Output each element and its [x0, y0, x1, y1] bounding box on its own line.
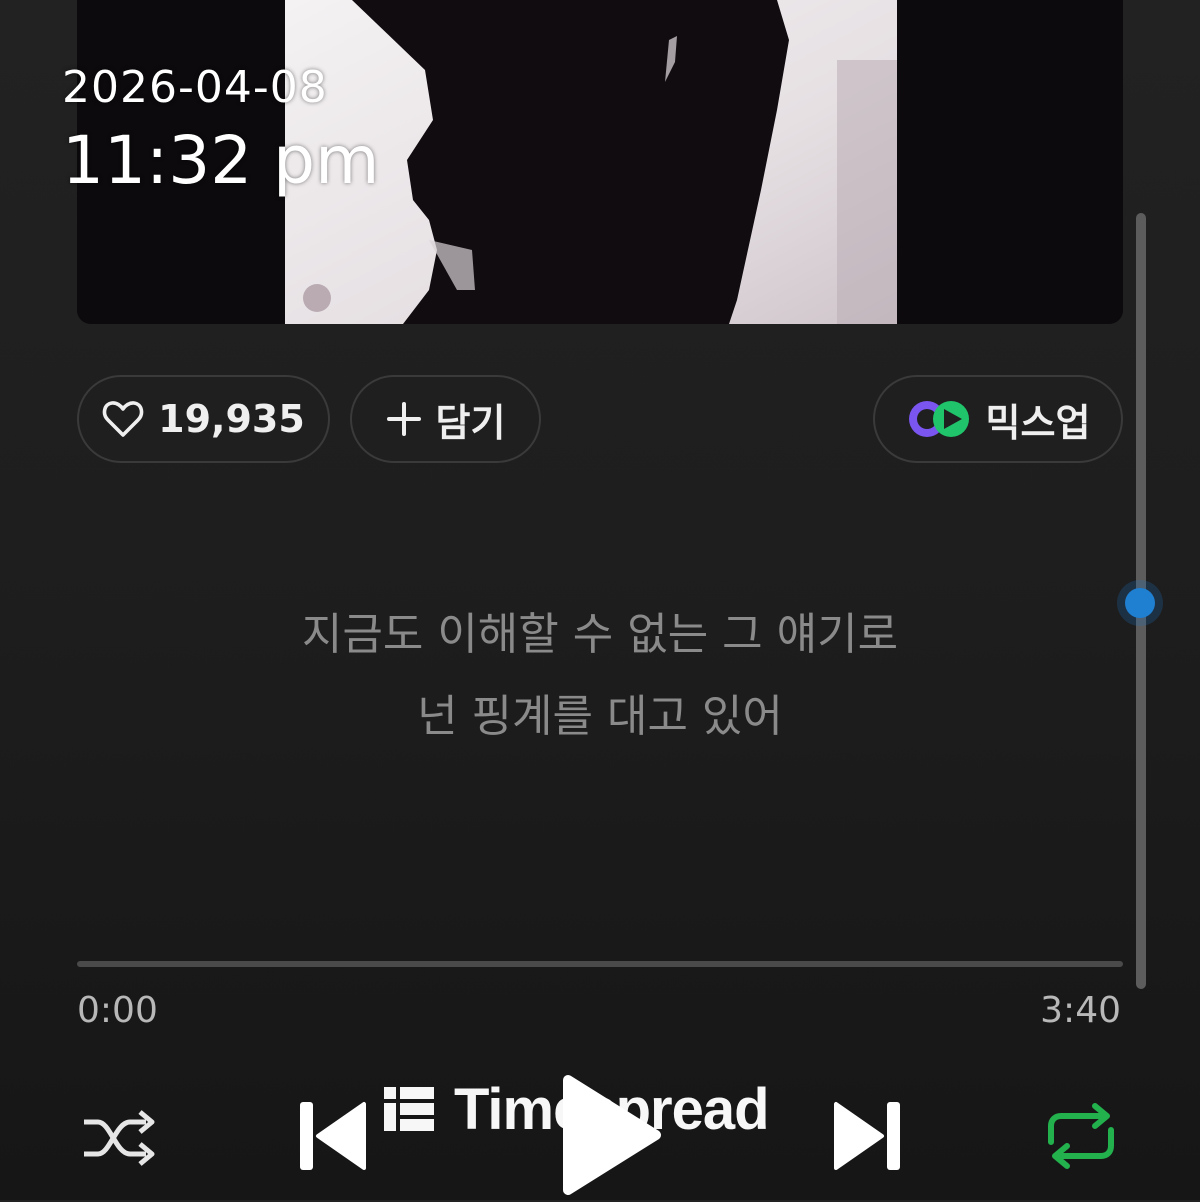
overlay-date: 2026-04-08: [62, 62, 328, 113]
previous-button[interactable]: [298, 1098, 368, 1178]
skip-next-icon: [832, 1098, 902, 1174]
watermark-text: Timespread: [454, 1076, 770, 1142]
add-label: 담기: [435, 400, 506, 445]
plus-icon: [386, 401, 422, 437]
shuffle-button[interactable]: [80, 1108, 156, 1172]
repeat-button[interactable]: [1043, 1102, 1119, 1174]
progress-bar[interactable]: [77, 961, 1123, 967]
lyric-line[interactable]: 넌 핑계를 대고 있어: [0, 680, 1200, 744]
overlay-time: 11:32 pm: [62, 122, 380, 199]
next-button[interactable]: [832, 1098, 902, 1178]
like-button[interactable]: 19,935: [77, 375, 330, 463]
watermark-logo-icon: [384, 1085, 434, 1133]
add-to-playlist-button[interactable]: 담기: [350, 375, 541, 463]
total-time: 3:40: [1040, 990, 1121, 1031]
mixup-label: 믹스업: [985, 400, 1091, 445]
lyric-line[interactable]: 지금도 이해할 수 없는 그 얘기로: [0, 598, 1200, 662]
scrollbar-thumb[interactable]: [1117, 580, 1163, 626]
watermark: Timespread: [384, 1076, 770, 1142]
mixup-logo-icon: [906, 398, 972, 440]
elapsed-time: 0:00: [77, 990, 158, 1031]
heart-icon: [102, 399, 144, 439]
skip-previous-icon: [298, 1098, 368, 1174]
like-count: 19,935: [158, 397, 305, 441]
mixup-button[interactable]: 믹스업: [873, 375, 1123, 463]
repeat-icon: [1043, 1102, 1119, 1170]
shuffle-icon: [80, 1108, 156, 1168]
